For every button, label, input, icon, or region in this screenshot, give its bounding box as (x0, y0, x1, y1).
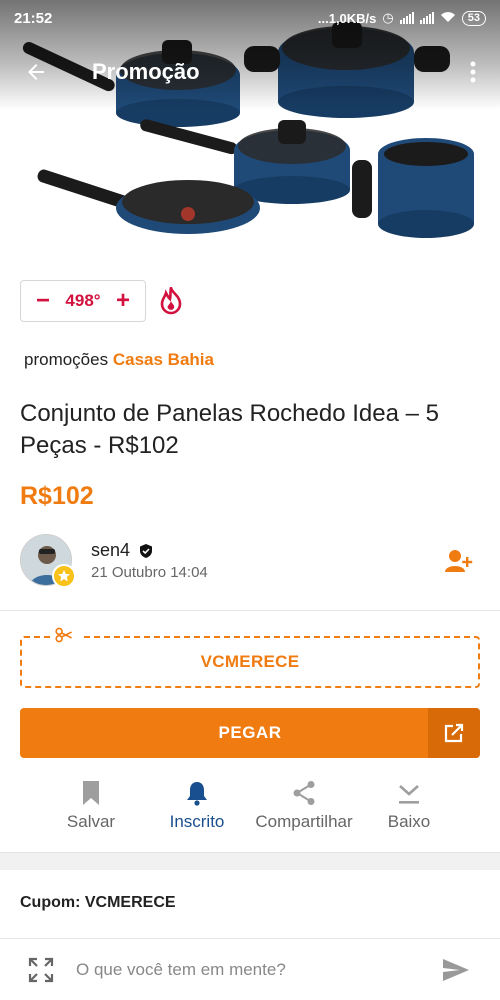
section-separator (0, 852, 500, 870)
action-bar: Salvar Inscrito Compartilhar Baixo (0, 780, 500, 840)
open-external-button[interactable] (428, 708, 480, 758)
temperature-vote: − 498° + (20, 280, 146, 322)
scissors-icon (50, 624, 80, 646)
battery-icon: 53 (461, 10, 486, 26)
comment-input[interactable] (76, 959, 436, 980)
deal-image (0, 0, 500, 262)
star-icon (58, 570, 70, 582)
download-icon (399, 785, 419, 804)
person-add-icon (445, 550, 473, 572)
subscribed-button[interactable]: Inscrito (162, 780, 232, 832)
network-speed: ...1,0KB/s (317, 10, 377, 26)
divider (0, 610, 500, 611)
open-external-icon (444, 723, 464, 743)
post-date: 21 Outubro 14:04 (91, 564, 208, 581)
coupon-code-box[interactable]: VCMERECE (20, 636, 480, 688)
vote-down-button[interactable]: − (31, 289, 55, 313)
author-name-row: sen4 (91, 540, 154, 561)
author-name[interactable]: sen4 (91, 540, 130, 561)
share-button[interactable]: Compartilhar (248, 780, 360, 832)
temperature-value: 498° (65, 291, 101, 310)
coupon-detail: Cupom: VCMERECE (20, 894, 176, 911)
save-label: Salvar (66, 812, 116, 831)
signal-icon-2 (419, 12, 434, 24)
back-button[interactable] (14, 50, 58, 94)
more-options-button[interactable] (458, 50, 488, 94)
expand-icon (28, 957, 54, 982)
store-link[interactable]: Casas Bahia (113, 350, 214, 369)
vote-low-button[interactable]: Baixo (382, 780, 436, 832)
deal-price: R$102 (20, 482, 94, 510)
verified-shield-icon (140, 543, 153, 558)
arrow-left-icon (28, 64, 44, 80)
alarm-icon: ◷ (382, 10, 394, 25)
status-bar: 21:52 ...1,0KB/s ◷ 53 (0, 0, 500, 36)
send-icon (443, 958, 469, 981)
expand-comment-button[interactable] (26, 955, 56, 985)
vote-low-label: Baixo (387, 812, 431, 831)
app-bar: Promoção (0, 50, 500, 94)
page-title: Promoção (92, 59, 200, 84)
deal-title: Conjunto de Panelas Rochedo Idea – 5 Peç… (20, 400, 439, 459)
level-badge (52, 564, 76, 588)
wifi-icon (440, 11, 456, 26)
bell-icon (187, 782, 207, 806)
comment-bar (0, 938, 500, 1000)
get-deal-label: PEGAR (218, 723, 282, 742)
category-line: promoções Casas Bahia (24, 350, 214, 370)
status-time: 21:52 (14, 9, 53, 27)
vote-up-button[interactable]: + (111, 289, 135, 313)
subscribed-label: Inscrito (169, 812, 225, 831)
flame-icon (160, 287, 182, 315)
category-prefix: promoções (24, 350, 109, 369)
signal-icon (399, 12, 414, 24)
follow-button[interactable] (444, 548, 474, 574)
send-button[interactable] (436, 950, 476, 990)
bookmark-icon (83, 781, 99, 805)
save-button[interactable]: Salvar (58, 780, 124, 832)
more-vert-icon (470, 61, 476, 83)
share-label: Compartilhar (255, 812, 353, 831)
get-deal-button[interactable]: PEGAR (20, 708, 480, 758)
share-icon (293, 781, 315, 805)
